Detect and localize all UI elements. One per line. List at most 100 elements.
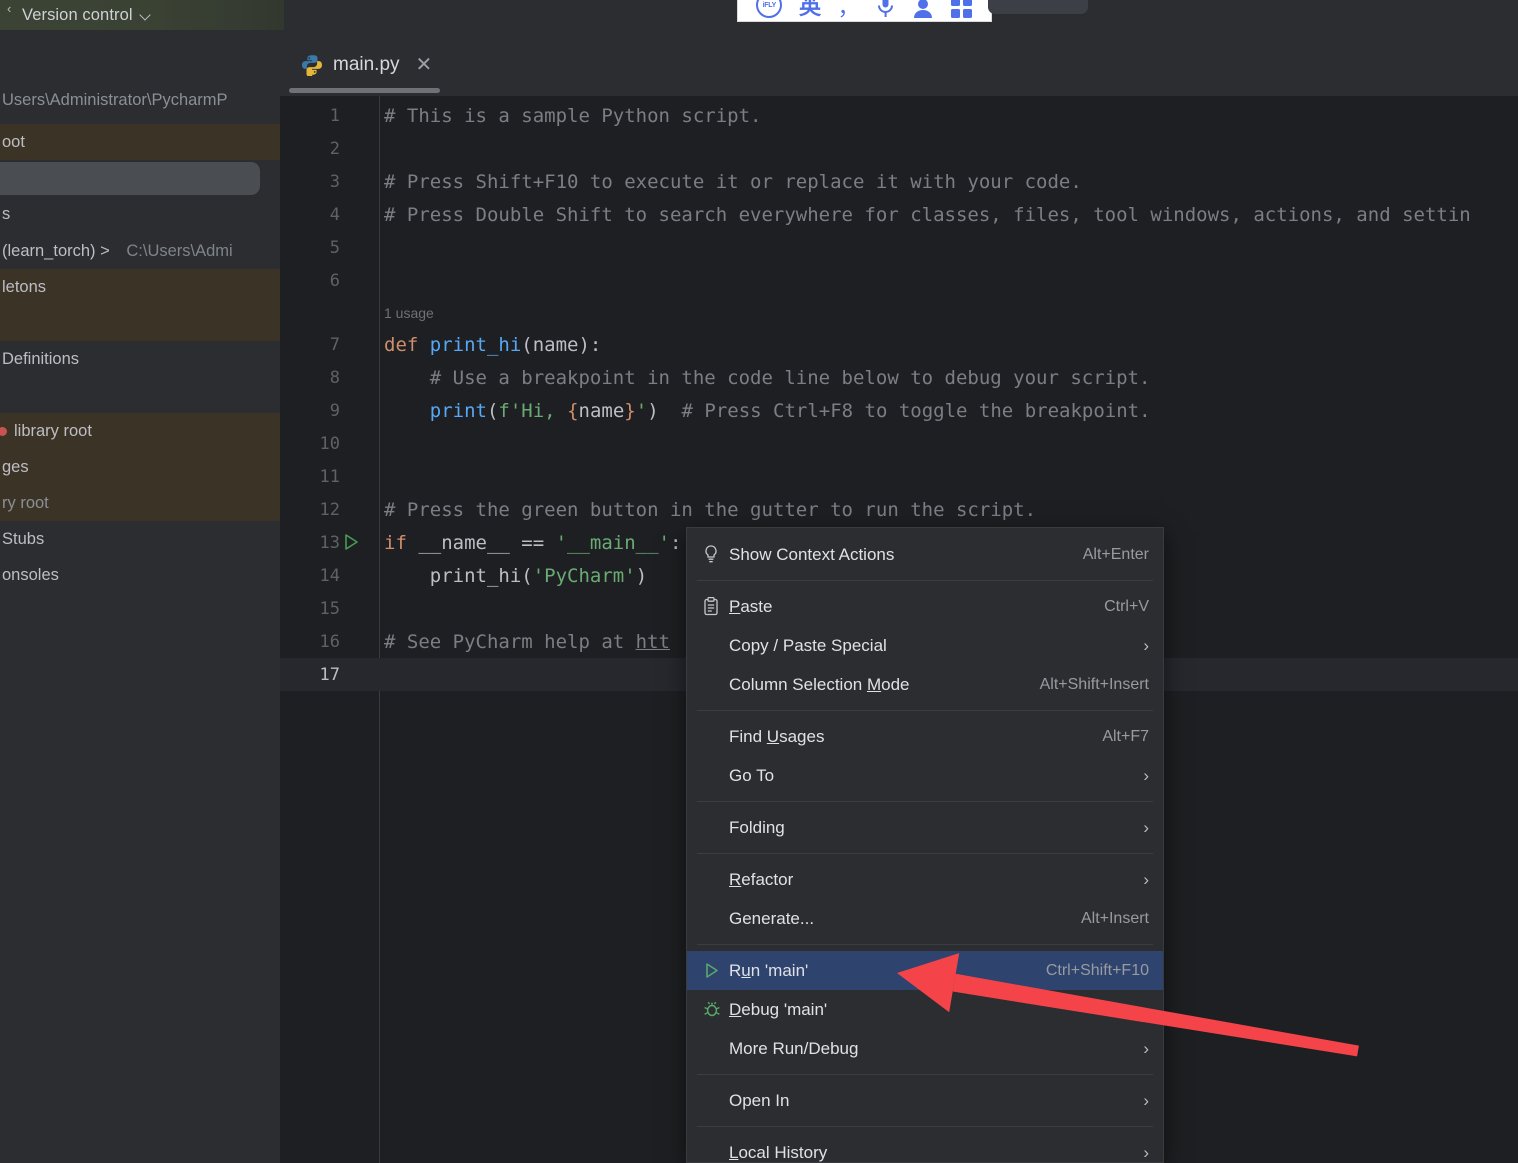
- line-number: 11: [319, 466, 340, 487]
- code-token: # Use a breakpoint in the code line belo…: [384, 366, 1151, 389]
- ime-floating-toolbar[interactable]: iFLY 英 ，: [737, 0, 992, 22]
- menu-item-label: Local History: [729, 1142, 828, 1162]
- line-number: 1: [329, 105, 340, 126]
- code-line[interactable]: 9 print(f'Hi, {name}') # Press Ctrl+F8 t…: [280, 394, 1518, 427]
- project-tree-row[interactable]: [0, 305, 280, 341]
- menu-item-column-selection-mode[interactable]: Column Selection Mode Alt+Shift+Insert: [687, 665, 1163, 704]
- code-line[interactable]: 6: [280, 264, 1518, 297]
- line-number: 6: [329, 270, 340, 291]
- menu-item-label: Paste: [729, 596, 773, 616]
- code-line[interactable]: 1 # This is a sample Python script.: [280, 99, 1518, 132]
- project-tree-row[interactable]: ges: [0, 449, 280, 485]
- line-number: 17: [319, 664, 340, 685]
- project-tree-row[interactable]: letons: [0, 269, 280, 305]
- line-number: 15: [319, 598, 340, 619]
- project-tree-row[interactable]: Users\Administrator\PycharmP: [0, 82, 280, 118]
- menu-item-copy-paste-special[interactable]: Copy / Paste Special ›: [687, 626, 1163, 665]
- run-triangle-icon: [703, 962, 729, 979]
- main-toolbar: ‹ Version control iFLY 英 ，: [0, 0, 1518, 34]
- code-line[interactable]: 7 def print_hi(name):: [280, 328, 1518, 361]
- menu-separator: [697, 710, 1153, 711]
- code-line[interactable]: 8 # Use a breakpoint in the code line be…: [280, 361, 1518, 394]
- project-tree-row[interactable]: oot: [0, 124, 280, 160]
- project-tree-row[interactable]: onsoles: [0, 557, 280, 593]
- menu-item-more-run-debug[interactable]: More Run/Debug ›: [687, 1029, 1163, 1068]
- code-line-text: if __name__ == '__main__':: [384, 532, 681, 554]
- line-number: 8: [329, 367, 340, 388]
- project-tree-row-label: (learn_torch) > C:\Users\Admi: [2, 241, 233, 260]
- menu-item-find-usages[interactable]: Find Usages Alt+F7: [687, 717, 1163, 756]
- menu-item-local-history[interactable]: Local History ›: [687, 1133, 1163, 1162]
- project-tree-row-label: ges: [2, 457, 29, 476]
- menu-item-label: Refactor: [729, 869, 794, 889]
- code-token: '__main__': [555, 531, 670, 554]
- code-token: print: [429, 399, 487, 422]
- code-line[interactable]: 5: [280, 231, 1518, 264]
- usage-hint[interactable]: 1 usage: [384, 305, 434, 321]
- project-tree-row-label: onsoles: [2, 565, 59, 584]
- project-tree-row[interactable]: s: [0, 196, 280, 232]
- menu-item-label: Copy / Paste Special: [729, 635, 887, 655]
- ime-language-mode-button[interactable]: 英: [799, 0, 821, 18]
- code-line[interactable]: 12 # Press the green button in the gutter…: [280, 493, 1518, 526]
- code-line-text: # Press Double Shift to search everywher…: [384, 204, 1471, 226]
- menu-item-refactor[interactable]: Refactor ›: [687, 860, 1163, 899]
- microphone-icon[interactable]: [876, 0, 895, 18]
- chevron-down-icon[interactable]: [140, 11, 151, 22]
- project-tree-row[interactable]: Stubs: [0, 521, 280, 557]
- apps-grid-icon[interactable]: [950, 0, 973, 18]
- project-tree-row-label: letons: [2, 277, 47, 296]
- menu-item-paste[interactable]: Paste Ctrl+V: [687, 587, 1163, 626]
- menu-item-label: Open In: [729, 1090, 790, 1110]
- close-icon[interactable]: ✕: [416, 55, 433, 75]
- code-token: def: [384, 333, 430, 356]
- code-line[interactable]: 2: [280, 132, 1518, 165]
- menu-separator: [697, 801, 1153, 802]
- project-tree-row[interactable]: library root: [0, 413, 280, 449]
- code-line[interactable]: 10: [280, 427, 1518, 460]
- menu-item-generate[interactable]: Generate... Alt+Insert: [687, 899, 1163, 938]
- project-tree-row[interactable]: ry root: [0, 485, 280, 521]
- code-token: ): [647, 399, 659, 422]
- menu-item-shortcut: Ctrl+Shift+F10: [1045, 961, 1149, 979]
- python-file-icon: [301, 54, 323, 76]
- editor-context-menu[interactable]: Show Context Actions Alt+Enter Paste Ctrl+V…: [686, 527, 1164, 1163]
- chevron-right-icon: ›: [1143, 869, 1149, 889]
- code-token: (: [486, 399, 499, 422]
- project-tree-row-label: Stubs: [2, 529, 45, 548]
- line-number: 14: [319, 565, 340, 586]
- user-icon[interactable]: [912, 0, 934, 18]
- code-token: htt: [635, 630, 670, 653]
- menu-separator: [697, 1074, 1153, 1075]
- project-tree-row-label: library root: [0, 422, 92, 441]
- project-tree-row[interactable]: [0, 160, 280, 196]
- iflytek-logo-icon[interactable]: iFLY: [756, 0, 783, 18]
- menu-item-open-in[interactable]: Open In ›: [687, 1081, 1163, 1120]
- code-line-text: print_hi('PyCharm'): [384, 565, 647, 587]
- menu-item-label: Column Selection Mode: [729, 674, 910, 694]
- menu-item-run-main[interactable]: Run 'main' Ctrl+Shift+F10: [687, 951, 1163, 990]
- project-tree-row[interactable]: Definitions: [0, 341, 280, 377]
- line-number: 12: [319, 499, 340, 520]
- project-tree-row[interactable]: [0, 377, 280, 413]
- project-tree-row[interactable]: (learn_torch) > C:\Users\Admi: [0, 233, 280, 269]
- menu-item-label: Folding: [729, 817, 785, 837]
- menu-item-show-context-actions[interactable]: Show Context Actions Alt+Enter: [687, 535, 1163, 574]
- menu-item-go-to[interactable]: Go To ›: [687, 756, 1163, 795]
- version-control-widget[interactable]: ‹ Version control: [0, 0, 284, 30]
- code-line[interactable]: 11: [280, 460, 1518, 493]
- menu-item-debug-main[interactable]: Debug 'main': [687, 990, 1163, 1029]
- code-line[interactable]: 4 # Press Double Shift to search everywhe…: [280, 198, 1518, 231]
- menu-item-folding[interactable]: Folding ›: [687, 808, 1163, 847]
- project-tool-window[interactable]: Users\Administrator\PycharmP oot s (learn_t…: [0, 34, 280, 1163]
- code-token: # Press Shift+F10 to execute it or repla…: [384, 170, 1082, 193]
- tab-main-py[interactable]: main.py ✕: [289, 34, 448, 96]
- chevron-right-icon: ›: [1143, 765, 1149, 785]
- run-triangle-icon[interactable]: [342, 533, 360, 551]
- project-tree-row-label: s: [2, 204, 11, 223]
- excluded-marker-icon: [0, 426, 7, 436]
- ime-punctuation-button[interactable]: ，: [838, 0, 860, 19]
- code-line[interactable]: 3 # Press Shift+F10 to execute it or repl…: [280, 165, 1518, 198]
